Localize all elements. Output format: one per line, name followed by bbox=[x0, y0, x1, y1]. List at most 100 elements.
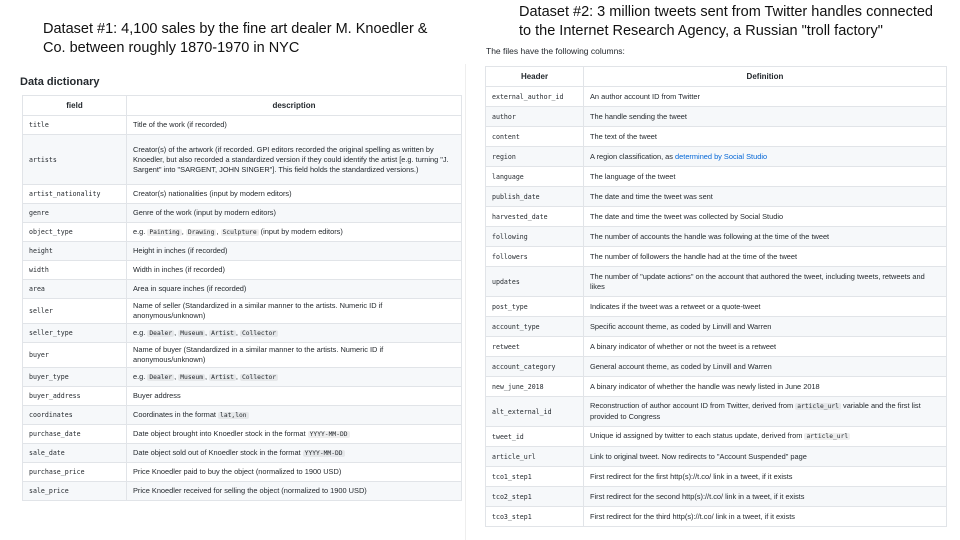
field-name-cell: buyer bbox=[22, 342, 127, 368]
field-name-cell: seller_type bbox=[22, 323, 127, 343]
table-row: artist_nationality Creator(s) nationaliti… bbox=[22, 184, 462, 204]
table-row: coordinates Coordinates in the format lat… bbox=[22, 405, 462, 425]
description-text: Area in square inches (if recorded) bbox=[133, 284, 247, 293]
field-name-cell: purchase_price bbox=[22, 462, 127, 482]
description-cell: First redirect for the second http(s)://… bbox=[583, 486, 947, 507]
field-name-cell: tco3_step1 bbox=[485, 506, 584, 527]
table-row: region A region classification, as determ… bbox=[485, 146, 947, 167]
table-row: alt_external_id Reconstruction of author … bbox=[485, 396, 947, 427]
inline-code: Artist bbox=[209, 329, 236, 337]
field-name-cell: account_type bbox=[485, 316, 584, 337]
description-cell: Genre of the work (input by modern edito… bbox=[126, 203, 462, 223]
table-row: author The handle sending the tweet bbox=[485, 106, 947, 127]
description-text: A region classification, as bbox=[590, 151, 676, 161]
knoedler-data-dictionary-table: field description title Title of the work… bbox=[22, 95, 462, 501]
description-cell: e.g. Dealer, Museum, Artist, Collector bbox=[126, 367, 462, 387]
field-name-cell: external_author_id bbox=[485, 86, 584, 107]
description-text: The date and time the tweet was collecte… bbox=[590, 211, 784, 221]
description-cell: Coordinates in the format lat,lon bbox=[126, 405, 462, 425]
field-name-cell: genre bbox=[22, 203, 127, 223]
description-text: e.g. bbox=[133, 371, 148, 381]
description-text: Creator(s) of the artwork (if recorded. … bbox=[133, 144, 449, 174]
field-name-cell: buyer_type bbox=[22, 367, 127, 387]
description-text: e.g. bbox=[133, 226, 148, 236]
field-name-cell: sale_date bbox=[22, 443, 127, 463]
description-cell: A binary indicator of whether the handle… bbox=[583, 376, 947, 397]
field-name-cell: post_type bbox=[485, 296, 584, 317]
table-row: height Height in inches (if recorded) bbox=[22, 241, 462, 261]
description-cell: Indicates if the tweet was a retweet or … bbox=[583, 296, 947, 317]
table-row: tco3_step1 First redirect for the third h… bbox=[485, 506, 947, 527]
description-text: Date object brought into Knoedler stock … bbox=[133, 428, 308, 438]
social-studio-link[interactable]: determined by Social Studio bbox=[675, 152, 767, 161]
description-cell: Creator(s) of the artwork (if recorded. … bbox=[126, 134, 462, 185]
table-row: seller Name of seller (Standardized in a … bbox=[22, 298, 462, 324]
field-name-cell: updates bbox=[485, 266, 584, 297]
inline-code: lat,lon bbox=[218, 411, 249, 419]
description-text: Price Knoedler received for selling the … bbox=[133, 486, 367, 495]
inline-code: Artist bbox=[209, 373, 236, 381]
description-cell: The date and time the tweet was sent bbox=[583, 186, 947, 207]
inline-code: Dealer bbox=[147, 373, 175, 381]
description-text: A binary indicator of whether or not the… bbox=[590, 341, 777, 351]
field-name-cell: region bbox=[485, 146, 584, 167]
description-cell: Name of seller (Standardized in a simila… bbox=[126, 298, 462, 324]
description-text: The text of the tweet bbox=[590, 131, 657, 141]
field-name-cell: publish_date bbox=[485, 186, 584, 207]
description-text: First redirect for the first http(s)://t… bbox=[590, 471, 793, 481]
description-text: Title of the work (if recorded) bbox=[133, 120, 227, 129]
description-text: (input by modern editors) bbox=[258, 226, 343, 236]
table-row: tco1_step1 First redirect for the first h… bbox=[485, 466, 947, 487]
description-cell: Price Knoedler paid to buy the object (n… bbox=[126, 462, 462, 482]
table-row: content The text of the tweet bbox=[485, 126, 947, 147]
table-row: tweet_id Unique id assigned by twitter to… bbox=[485, 426, 947, 447]
column-header-description: description bbox=[126, 95, 462, 116]
description-text: Width in inches (if recorded) bbox=[133, 265, 226, 274]
table-row: buyer_address Buyer address bbox=[22, 386, 462, 406]
description-text: Name of seller (Standardized in a simila… bbox=[133, 301, 383, 320]
description-cell: Height in inches (if recorded) bbox=[126, 241, 462, 261]
column-header-field: field bbox=[22, 95, 127, 116]
table-row: buyer Name of buyer (Standardized in a si… bbox=[22, 342, 462, 368]
description-cell: e.g. Painting, Drawing, Sculpture (input… bbox=[126, 222, 462, 242]
table-row: sale_price Price Knoedler received for se… bbox=[22, 481, 462, 501]
description-text: Indicates if the tweet was a retweet or … bbox=[590, 301, 761, 311]
description-text: Reconstruction of author account ID from… bbox=[590, 401, 796, 410]
description-text: An author account ID from Twitter bbox=[590, 91, 700, 101]
description-text: First redirect for the second http(s)://… bbox=[590, 491, 805, 501]
description-cell: Name of buyer (Standardized in a similar… bbox=[126, 342, 462, 368]
inline-code: Dealer bbox=[147, 329, 175, 337]
description-text: Link to original tweet. Now redirects to… bbox=[590, 451, 807, 461]
field-name-cell: sale_price bbox=[22, 481, 127, 501]
field-name-cell: author bbox=[485, 106, 584, 127]
description-cell: First redirect for the first http(s)://t… bbox=[583, 466, 947, 487]
column-header-header: Header bbox=[485, 66, 584, 87]
description-text: The number of "update actions" on the ac… bbox=[590, 271, 925, 291]
table-row: sale_date Date object sold out of Knoedle… bbox=[22, 443, 462, 463]
description-cell: The number of accounts the handle was fo… bbox=[583, 226, 947, 247]
table-row: followers The number of followers the han… bbox=[485, 246, 947, 267]
description-cell: Title of the work (if recorded) bbox=[126, 115, 462, 135]
table-row: harvested_date The date and time the twee… bbox=[485, 206, 947, 227]
ira-tweets-columns-panel: The files have the following columns: He… bbox=[476, 40, 960, 540]
description-text: e.g. bbox=[133, 327, 148, 337]
table-row: publish_date The date and time the tweet … bbox=[485, 186, 947, 207]
field-name-cell: title bbox=[22, 115, 127, 135]
inline-code: Sculpture bbox=[220, 228, 259, 236]
description-cell: General account theme, as coded by Linvi… bbox=[583, 356, 947, 377]
description-cell: The language of the tweet bbox=[583, 166, 947, 187]
field-name-cell: height bbox=[22, 241, 127, 261]
description-cell: A region classification, as determined b… bbox=[583, 146, 947, 167]
description-text: First redirect for the third http(s)://t… bbox=[590, 511, 795, 521]
description-text: Genre of the work (input by modern edito… bbox=[133, 208, 276, 217]
inline-code: Painting bbox=[147, 228, 182, 236]
description-text: The number of accounts the handle was fo… bbox=[590, 231, 830, 241]
inline-code: Collector bbox=[239, 373, 279, 381]
inline-code: YYYY-MM-DD bbox=[307, 430, 350, 438]
description-text: The date and time the tweet was sent bbox=[590, 191, 713, 201]
description-cell: Link to original tweet. Now redirects to… bbox=[583, 446, 947, 467]
description-cell: The text of the tweet bbox=[583, 126, 947, 147]
table-row: purchase_price Price Knoedler paid to buy… bbox=[22, 462, 462, 482]
description-cell: Unique id assigned by twitter to each st… bbox=[583, 426, 947, 447]
table-row: tco2_step1 First redirect for the second … bbox=[485, 486, 947, 507]
